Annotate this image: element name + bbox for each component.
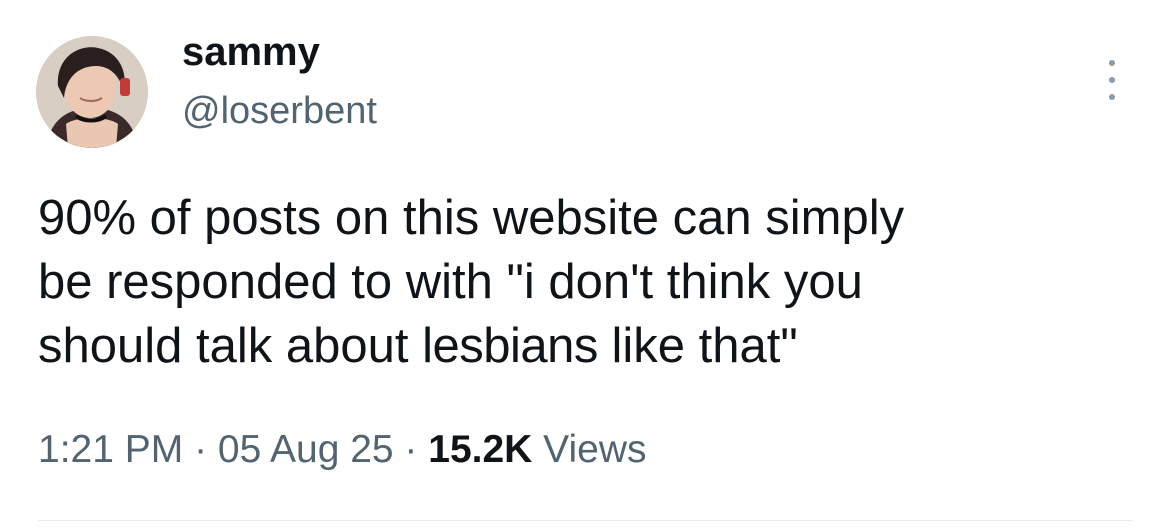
tweet-time[interactable]: 1:21 PM	[38, 428, 183, 471]
tweet-text-line-3-a: should talk about	[38, 319, 409, 373]
avatar-image	[36, 36, 148, 148]
tweet-text: 90% of posts on this website can simply …	[38, 186, 1138, 378]
meta-separator: ·	[393, 428, 429, 471]
avatar[interactable]	[36, 36, 148, 148]
meta-separator: ·	[183, 428, 218, 471]
more-dot	[1109, 94, 1115, 100]
more-dot	[1109, 77, 1115, 83]
tweet-text-lesbians: lesbians	[422, 319, 598, 373]
divider	[38, 520, 1132, 521]
tweet-text-line-2: be responded to with "i don't think you	[38, 255, 863, 309]
tweet-date[interactable]: 05 Aug 25	[218, 428, 394, 471]
tweet-meta: 1:21 PM · 05 Aug 25 · 15.2K Views	[38, 428, 647, 472]
tweet-text-line-3: should talk about lesbians like that"	[38, 314, 1138, 378]
display-name[interactable]: sammy	[182, 30, 320, 75]
more-dot	[1109, 60, 1115, 66]
more-vertical-icon[interactable]	[1100, 60, 1124, 100]
views-label: Views	[532, 428, 647, 471]
tweet-text-line-3-b: like that"	[611, 319, 798, 373]
tweet-text-line-1: 90% of posts on this website can simply	[38, 191, 905, 245]
views-count[interactable]: 15.2K	[428, 428, 532, 471]
user-handle[interactable]: @loserbent	[182, 90, 377, 133]
